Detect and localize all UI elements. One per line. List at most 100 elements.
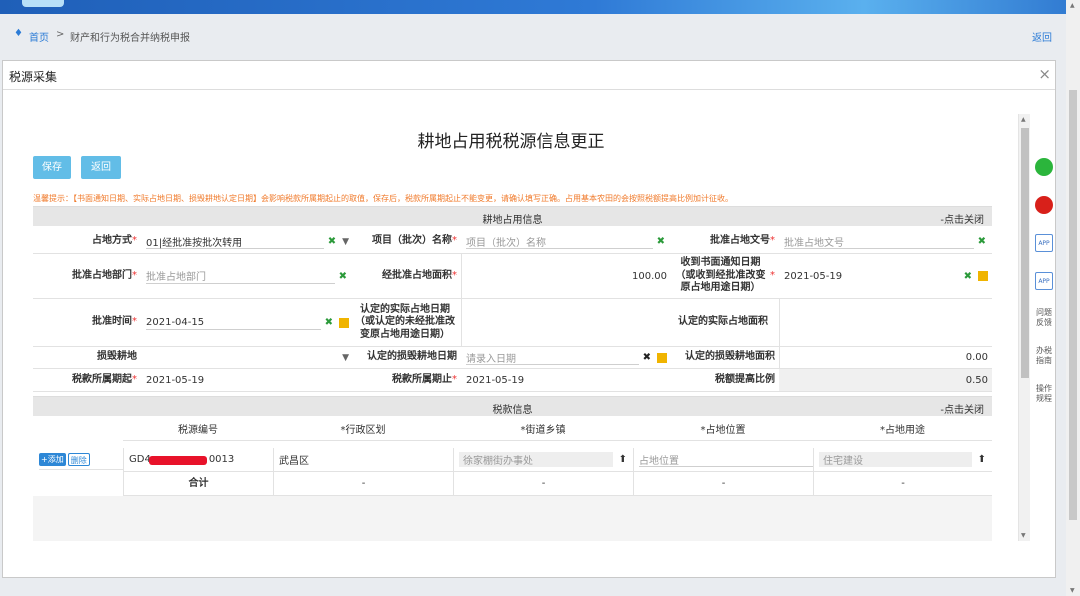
label-text: 税款所属期起 [72, 373, 132, 385]
dept-input[interactable]: 批准占地部门 ✖ [141, 254, 353, 299]
project-input[interactable]: 项目（批次）名称 ✖ [461, 230, 671, 254]
clear-icon[interactable]: ✖ [964, 271, 972, 282]
breadcrumb-home[interactable]: 首页 [29, 29, 49, 44]
total-cell: - [453, 472, 633, 496]
sidebar-rules[interactable]: 操作规程 [1033, 384, 1055, 405]
street-input[interactable]: 徐家棚街办事处 ⬆ [453, 448, 633, 472]
upload-icon[interactable]: ⬆ [619, 454, 627, 465]
code-tail: 0013 [208, 454, 235, 465]
damage-area-input[interactable]: 0.00 [779, 347, 992, 369]
total-label: 合计 [123, 472, 273, 496]
area-value: 100.00 [632, 270, 667, 282]
actual-area-value [779, 299, 992, 347]
label-text: 认定的损毁耕地日期 [367, 351, 457, 363]
app-icon[interactable]: APP [1035, 272, 1053, 290]
label-project: 项目（批次）名称 * [353, 230, 461, 254]
col-header: *街道乡镇 [453, 422, 633, 441]
clear-icon[interactable]: ✖ [325, 317, 333, 328]
clear-icon[interactable]: ✖ [328, 236, 336, 247]
method-select[interactable]: 01|经批准按批次转用 ✖ ▼ [141, 230, 353, 254]
chevron-down-icon[interactable]: ▼ [342, 353, 349, 363]
section-title: 耕地占用信息 [482, 215, 543, 226]
save-button[interactable]: 保存 [33, 156, 71, 179]
section-header-land: 耕地占用信息 -点击关闭 [33, 206, 992, 226]
ratio-text: 0.50 [965, 374, 988, 386]
modal-header: 税源采集 × [3, 61, 1055, 90]
sidebar-guide[interactable]: 办税指南 [1033, 346, 1055, 367]
wechat-icon[interactable] [1035, 158, 1053, 176]
period-from-text: 2021-05-19 [146, 374, 205, 386]
scroll-down-icon[interactable]: ▼ [1021, 532, 1026, 539]
clear-icon[interactable]: ✖ [657, 236, 665, 247]
label-dept: 批准占地部门 * [33, 254, 141, 299]
close-icon[interactable]: × [1038, 65, 1051, 83]
scrollbar-thumb[interactable] [1069, 90, 1077, 520]
time-value: 2021-04-15 [146, 316, 205, 328]
docno-placeholder: 批准占地文号 [784, 237, 844, 249]
label-time: 批准时间 * [33, 299, 141, 347]
back-link[interactable]: 返回 [1032, 29, 1052, 44]
calendar-icon[interactable] [657, 352, 667, 363]
form-scrollbar[interactable]: ▲ ▼ [1018, 114, 1030, 541]
label-text: 认定的损毁耕地面积 [685, 351, 775, 363]
clear-icon[interactable]: ✖ [339, 271, 347, 282]
label-text: 批准时间 [92, 316, 132, 328]
location-input[interactable]: 占地位置 [633, 448, 813, 472]
add-button[interactable]: +添加 [39, 453, 66, 466]
logo [22, 0, 64, 7]
period-from-value: 2021-05-19 [141, 369, 353, 392]
actual-date-value [461, 299, 671, 347]
label-damage-area: 认定的损毁耕地面积 [671, 347, 779, 369]
calendar-icon[interactable] [978, 271, 988, 281]
scroll-up-icon[interactable]: ▲ [1021, 116, 1026, 123]
col-header: *占地用途 [813, 422, 992, 441]
section-header-tax: 税款信息 -点击关闭 [33, 396, 992, 416]
return-button[interactable]: 返回 [81, 156, 121, 179]
scrollbar-thumb[interactable] [1021, 128, 1029, 378]
total-cell: - [633, 472, 813, 496]
table-footer-space [33, 496, 992, 541]
form-content: 耕地占用税税源信息更正 保存 返回 温馨提示：【书面通知日期、实际占地日期、损毁… [30, 113, 992, 541]
modal-title: 税源采集 [9, 70, 58, 84]
warm-tip: 温馨提示：【书面通知日期、实际占地日期、损毁耕地认定日期】会影响税款所属期起止的… [33, 194, 733, 203]
docno-input[interactable]: 批准占地文号 ✖ [779, 230, 992, 254]
upload-icon[interactable]: ⬆ [978, 454, 986, 465]
dept-placeholder: 批准占地部门 [146, 272, 206, 283]
collapse-link[interactable]: -点击关闭 [940, 401, 984, 416]
breadcrumb: ♦ 首页 > 财产和行为税合并纳税申报 返回 [0, 24, 1080, 48]
scroll-down-icon[interactable]: ▼ [1070, 587, 1075, 594]
district-cell: 武昌区 [273, 448, 453, 472]
weibo-icon[interactable] [1035, 196, 1053, 214]
collapse-link[interactable]: -点击关闭 [940, 211, 984, 226]
damage-date-input[interactable]: 请录入日期 ✖ [461, 347, 671, 369]
ratio-value: 0.50 [779, 369, 992, 392]
total-cell: - [813, 472, 992, 496]
damage-select[interactable]: ▼ [141, 347, 353, 369]
method-value: 01|经批准按批次转用 [146, 237, 243, 249]
label-text: 经批准占地面积 [382, 269, 452, 281]
area-input[interactable]: 100.00 [461, 254, 671, 299]
label-method: 占地方式 * [33, 230, 141, 254]
sidebar-feedback[interactable]: 问题反馈 [1033, 308, 1055, 329]
delete-button[interactable]: 删除 [67, 453, 90, 466]
label-text: 收到书面通知日期（或收到经批准改变原占地用途日期） [675, 257, 766, 294]
calendar-icon[interactable] [339, 317, 349, 328]
label-actual-area: 认定的实际占地面积 [671, 299, 779, 347]
notice-date-input[interactable]: 2021-05-19 ✖ [779, 254, 992, 299]
label-text: 项目（批次）名称 [372, 235, 452, 247]
section-title: 税款信息 [492, 405, 533, 416]
chevron-down-icon[interactable]: ▼ [342, 237, 349, 247]
breadcrumb-separator: > [56, 29, 65, 40]
app-icon[interactable]: APP [1035, 234, 1053, 252]
label-area: 经批准占地面积 * [353, 254, 461, 299]
clear-icon[interactable]: ✖ [978, 236, 986, 247]
label-text: 税款所属期止 [392, 373, 452, 385]
scroll-up-icon[interactable]: ▲ [1070, 2, 1075, 9]
page-scrollbar[interactable]: ▲ ▼ [1066, 0, 1080, 596]
use-input[interactable]: 住宅建设 ⬆ [813, 448, 992, 472]
street-value: 徐家棚街办事处 [463, 456, 533, 467]
clear-icon[interactable]: ✖ [643, 352, 651, 363]
col-header: *行政区划 [273, 422, 453, 441]
time-input[interactable]: 2021-04-15 ✖ [141, 299, 353, 347]
label-ratio: 税额提高比例 [671, 369, 779, 392]
